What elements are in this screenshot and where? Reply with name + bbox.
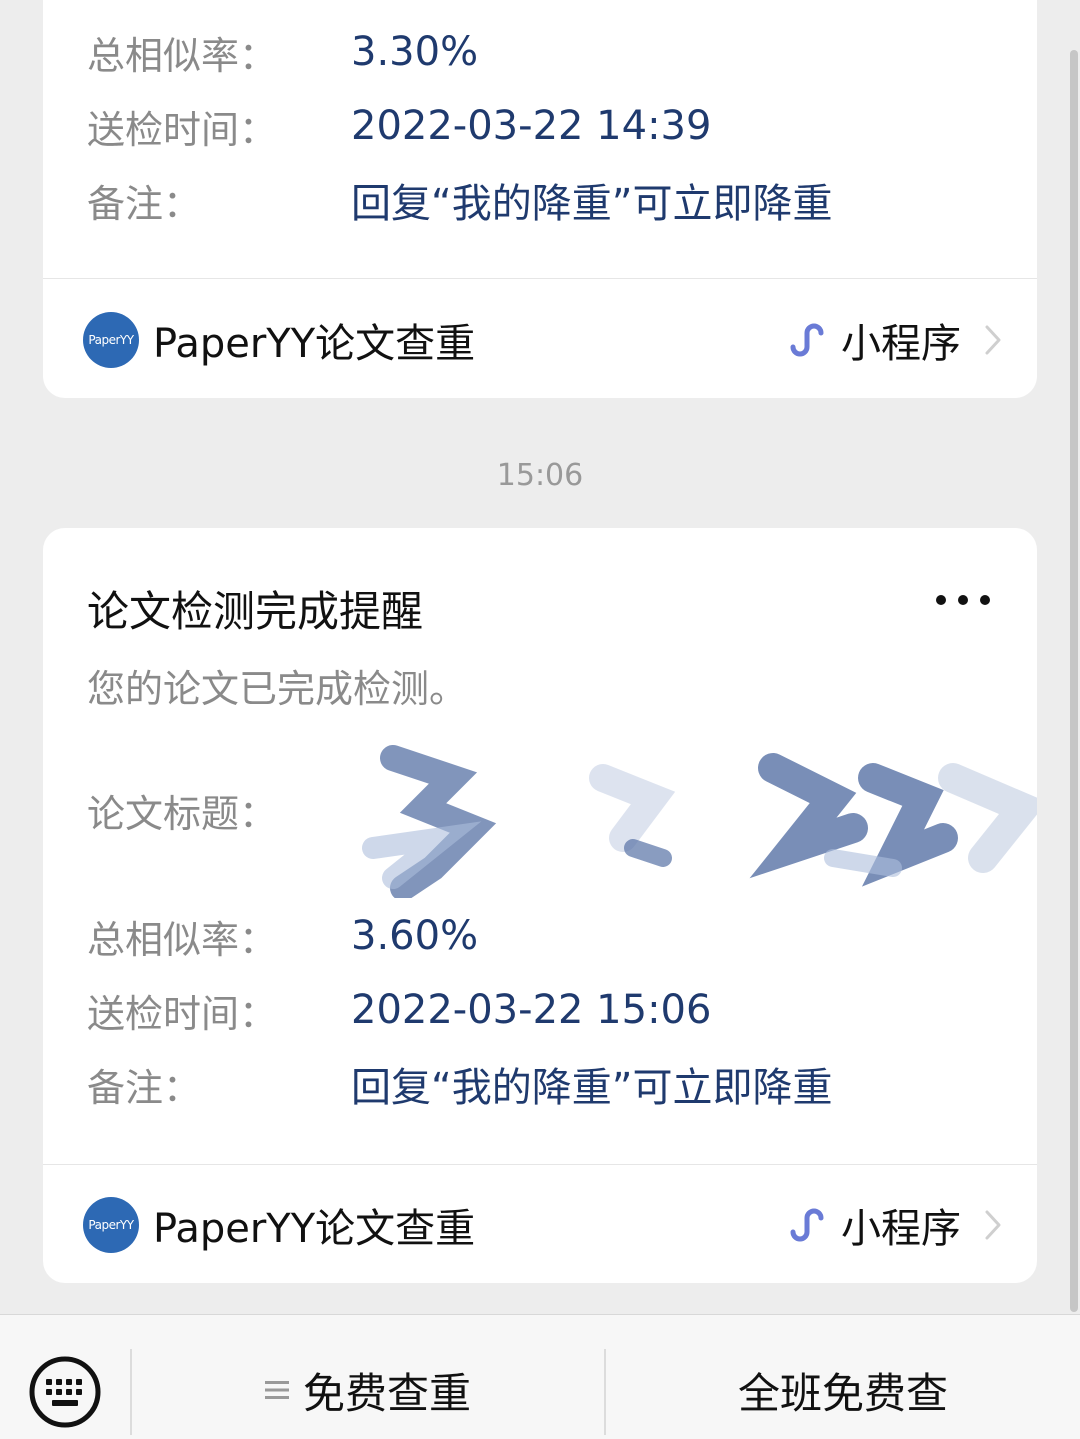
remark-label: 备注： <box>87 181 202 226</box>
submenu-icon <box>264 1381 289 1399</box>
similarity-row: 总相似率： 3.60% <box>87 906 997 966</box>
paperyy-logo: PaperYY <box>83 312 139 368</box>
brand-name: PaperYY论文查重 <box>153 1206 476 1252</box>
mini-program-label: 小程序 <box>841 321 961 367</box>
similarity-value: 3.60% <box>351 913 479 959</box>
chevron-right-icon <box>985 325 1001 355</box>
paper-title-label: 论文标题： <box>87 791 278 836</box>
similarity-label: 总相似率： <box>87 33 278 78</box>
mini-program-label: 小程序 <box>841 1206 961 1252</box>
submit-time-label: 送检时间： <box>87 107 278 152</box>
remark-value: 回复“我的降重”可立即降重 <box>351 1065 833 1111</box>
bottom-menu-bar: 免费查重 全班免费查 <box>0 1314 1080 1439</box>
card-title: 论文检测完成提醒 <box>87 587 424 636</box>
card-description: 您的论文已完成检测。 <box>87 667 468 711</box>
similarity-label: 总相似率： <box>87 917 278 962</box>
keyboard-icon[interactable] <box>28 1355 102 1429</box>
card-divider <box>43 278 1037 279</box>
mini-program-icon <box>790 323 824 357</box>
submit-time-value: 2022-03-22 14:39 <box>351 103 712 149</box>
submit-time-label: 送检时间： <box>87 991 278 1036</box>
message-card[interactable]: 总相似率： 3.30% 送检时间： 2022-03-22 14:39 备注： 回… <box>43 0 1037 398</box>
redacted-scribble <box>362 745 1037 898</box>
submit-time-row: 送检时间： 2022-03-22 15:06 <box>87 980 997 1040</box>
menu-tab-class-free-check[interactable]: 全班免费查 <box>606 1345 1080 1435</box>
mini-program-footer[interactable]: PaperYY PaperYY论文查重 小程序 <box>43 280 1037 398</box>
submit-time-value: 2022-03-22 15:06 <box>351 987 712 1033</box>
mini-program-footer[interactable]: PaperYY PaperYY论文查重 小程序 <box>43 1165 1037 1283</box>
scrollbar[interactable] <box>1070 50 1078 1312</box>
menu-tab-label: 全班免费查 <box>737 1368 948 1418</box>
more-icon[interactable] <box>935 592 991 608</box>
message-card[interactable]: 论文检测完成提醒 您的论文已完成检测。 论文标题： 总相似率： 3.60% 送检… <box>43 528 1037 1283</box>
similarity-row: 总相似率： 3.30% <box>87 22 997 82</box>
message-timestamp: 15:06 <box>496 458 584 493</box>
mini-program-icon <box>790 1208 824 1242</box>
remark-value: 回复“我的降重”可立即降重 <box>351 181 833 227</box>
brand-name: PaperYY论文查重 <box>153 321 476 367</box>
similarity-value: 3.30% <box>351 29 479 75</box>
remark-row: 备注： 回复“我的降重”可立即降重 <box>87 170 997 230</box>
remark-label: 备注： <box>87 1065 202 1110</box>
chevron-right-icon <box>985 1210 1001 1240</box>
submit-time-row: 送检时间： 2022-03-22 14:39 <box>87 96 997 156</box>
menu-tab-free-check[interactable]: 免费查重 <box>132 1345 604 1435</box>
remark-row: 备注： 回复“我的降重”可立即降重 <box>87 1054 997 1114</box>
chat-area: 总相似率： 3.30% 送检时间： 2022-03-22 14:39 备注： 回… <box>0 0 1080 1314</box>
menu-tab-label: 免费查重 <box>302 1368 471 1418</box>
paperyy-logo: PaperYY <box>83 1197 139 1253</box>
